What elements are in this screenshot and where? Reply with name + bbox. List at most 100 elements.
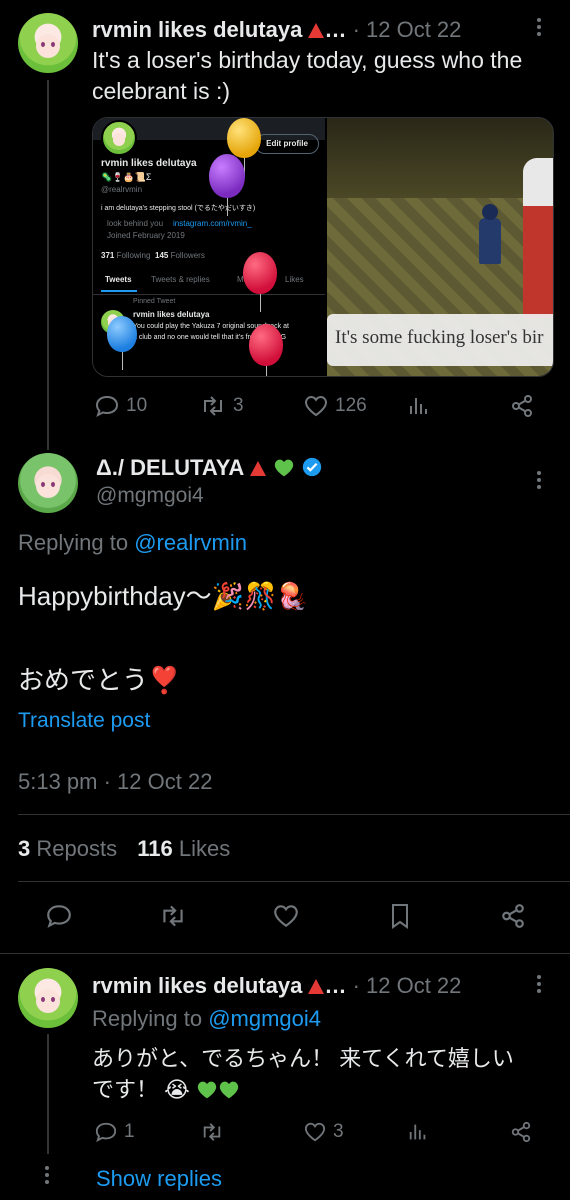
tweet-text-line-2-text: です！: [92, 1077, 159, 1102]
tweet-timestamp[interactable]: 5:13 pm · 12 Oct 22: [18, 769, 212, 795]
crying-emoji: 😭: [164, 1077, 190, 1102]
game-character-head: [482, 204, 498, 220]
game-subtitle-box: It's some fucking loser's bir: [327, 314, 553, 366]
media-tab-likes: Likes: [285, 275, 304, 284]
reply-count: 1: [124, 1121, 135, 1142]
handle[interactable]: @mgmgoi4: [96, 484, 204, 508]
balloon-purple: [209, 154, 245, 216]
repost-icon: [158, 903, 188, 929]
media-tab-tweets: Tweets: [105, 275, 132, 284]
replying-to-link[interactable]: @mgmgoi4: [208, 1006, 321, 1031]
tweet-media[interactable]: Edit profile rvmin likes delutaya 🦠🍷🎂📜Σ …: [92, 117, 554, 377]
heart-icon: [272, 903, 300, 929]
translate-post-link[interactable]: Translate post: [18, 709, 150, 733]
replying-prefix: Replying to: [92, 1006, 203, 1031]
name-ellipsis: …: [324, 17, 347, 42]
reply-icon: [94, 1121, 118, 1143]
share-button[interactable]: [510, 1121, 532, 1143]
repost-count: 3: [233, 395, 244, 416]
red-triangle-emoji: [250, 461, 267, 476]
display-name[interactable]: rvmin likes delutaya: [92, 17, 302, 42]
views-button[interactable]: [407, 1121, 429, 1143]
divider: [18, 814, 570, 815]
balloon-red: [243, 252, 277, 312]
repost-icon: [199, 1121, 225, 1143]
share-icon: [500, 903, 526, 929]
media-image-profile-screenshot[interactable]: Edit profile rvmin likes delutaya 🦠🍷🎂📜Σ …: [93, 118, 325, 376]
views-button[interactable]: [407, 394, 431, 418]
repost-icon: [199, 394, 227, 418]
repost-button[interactable]: 3: [199, 394, 244, 418]
bookmark-icon: [388, 903, 412, 929]
tweet-date[interactable]: · 12 Oct 22: [353, 17, 462, 42]
like-count: 3: [333, 1121, 344, 1142]
game-character: [479, 218, 501, 264]
avatar[interactable]: [18, 13, 78, 73]
media-pinned-name: rvmin likes delutaya: [133, 310, 210, 319]
display-name[interactable]: rvmin likes delutaya: [92, 973, 302, 998]
more-options-icon[interactable]: [537, 15, 541, 39]
balloon-blue: [107, 316, 137, 370]
tweet-text: It's a loser's birthday today, guess who…: [92, 47, 523, 104]
heart-icon: [303, 1121, 327, 1143]
replying-to-link[interactable]: @realrvmin: [134, 530, 247, 555]
green-heart-emoji: [196, 1080, 218, 1100]
reply-count: 10: [126, 395, 148, 416]
balloon-gold: [227, 118, 261, 176]
repost-button[interactable]: [199, 1121, 225, 1143]
media-location: look behind you: [107, 219, 164, 228]
game-character-right: [523, 158, 553, 318]
media-image-game-screenshot[interactable]: It's some fucking loser's bir: [327, 118, 553, 376]
repost-button[interactable]: [158, 903, 188, 929]
replying-prefix: Replying to: [18, 530, 129, 555]
likes-stat[interactable]: 116 Likes: [137, 836, 230, 861]
reply-button[interactable]: 1: [94, 1121, 135, 1143]
green-heart-emoji: [273, 457, 295, 477]
show-replies-link[interactable]: Show replies: [96, 1166, 222, 1192]
engagement-stats: 3 Reposts 116 Likes: [18, 836, 230, 862]
display-name[interactable]: Δ./ DELUTAYA: [96, 455, 244, 480]
like-count: 126: [335, 395, 367, 416]
tweet-header: Δ./ DELUTAYA: [96, 454, 323, 485]
game-subtitle-text: It's some fucking loser's bir: [335, 327, 544, 348]
avatar[interactable]: [18, 453, 78, 513]
like-button[interactable]: 3: [303, 1121, 344, 1143]
tweet-date[interactable]: · 12 Oct 22: [353, 973, 462, 998]
media-pinned-label: Pinned Tweet: [133, 298, 176, 305]
reply-button[interactable]: 10: [94, 394, 147, 418]
share-button[interactable]: [510, 394, 534, 418]
divider: [0, 953, 570, 954]
red-triangle-emoji: [308, 23, 325, 38]
media-followers: 145 Followers: [155, 251, 205, 260]
reply-icon: [45, 903, 73, 929]
like-button[interactable]: [272, 903, 300, 929]
media-profile-name: rvmin likes delutaya: [101, 158, 197, 169]
red-triangle-emoji: [308, 979, 325, 994]
name-ellipsis: …: [324, 973, 347, 998]
tweet-text-line-1: Happybirthday～🎉🎊🪼: [18, 581, 309, 611]
thread-line: [47, 1034, 49, 1154]
heart-icon: [303, 394, 329, 418]
thread-line: [47, 80, 49, 450]
replying-to: Replying to @mgmgoi4: [92, 1006, 321, 1032]
replying-to: Replying to @realrvmin: [18, 530, 247, 556]
tweet-header: rvmin likes delutaya … · 12 Oct 22: [92, 972, 522, 1000]
reply-button[interactable]: [45, 903, 73, 929]
balloon-red-2: [249, 324, 283, 376]
media-emoji-row: 🦠🍷🎂📜Σ: [101, 172, 152, 182]
media-following: 371 Following: [101, 251, 151, 260]
share-icon: [510, 1121, 532, 1143]
more-options-icon[interactable]: [537, 468, 541, 492]
share-button[interactable]: [500, 903, 526, 929]
avatar[interactable]: [18, 968, 78, 1028]
more-options-icon[interactable]: [537, 972, 541, 996]
reposts-stat[interactable]: 3 Reposts: [18, 836, 117, 861]
bookmark-button[interactable]: [388, 903, 412, 929]
like-button[interactable]: 126: [303, 394, 367, 418]
media-website: instagram.com/rvmin_: [173, 219, 252, 228]
green-heart-emoji: [218, 1080, 240, 1100]
verified-badge-icon: [301, 456, 323, 485]
media-edit-profile-button: Edit profile: [255, 134, 319, 154]
analytics-icon: [407, 1121, 429, 1143]
media-tab-replies: Tweets & replies: [151, 275, 210, 284]
